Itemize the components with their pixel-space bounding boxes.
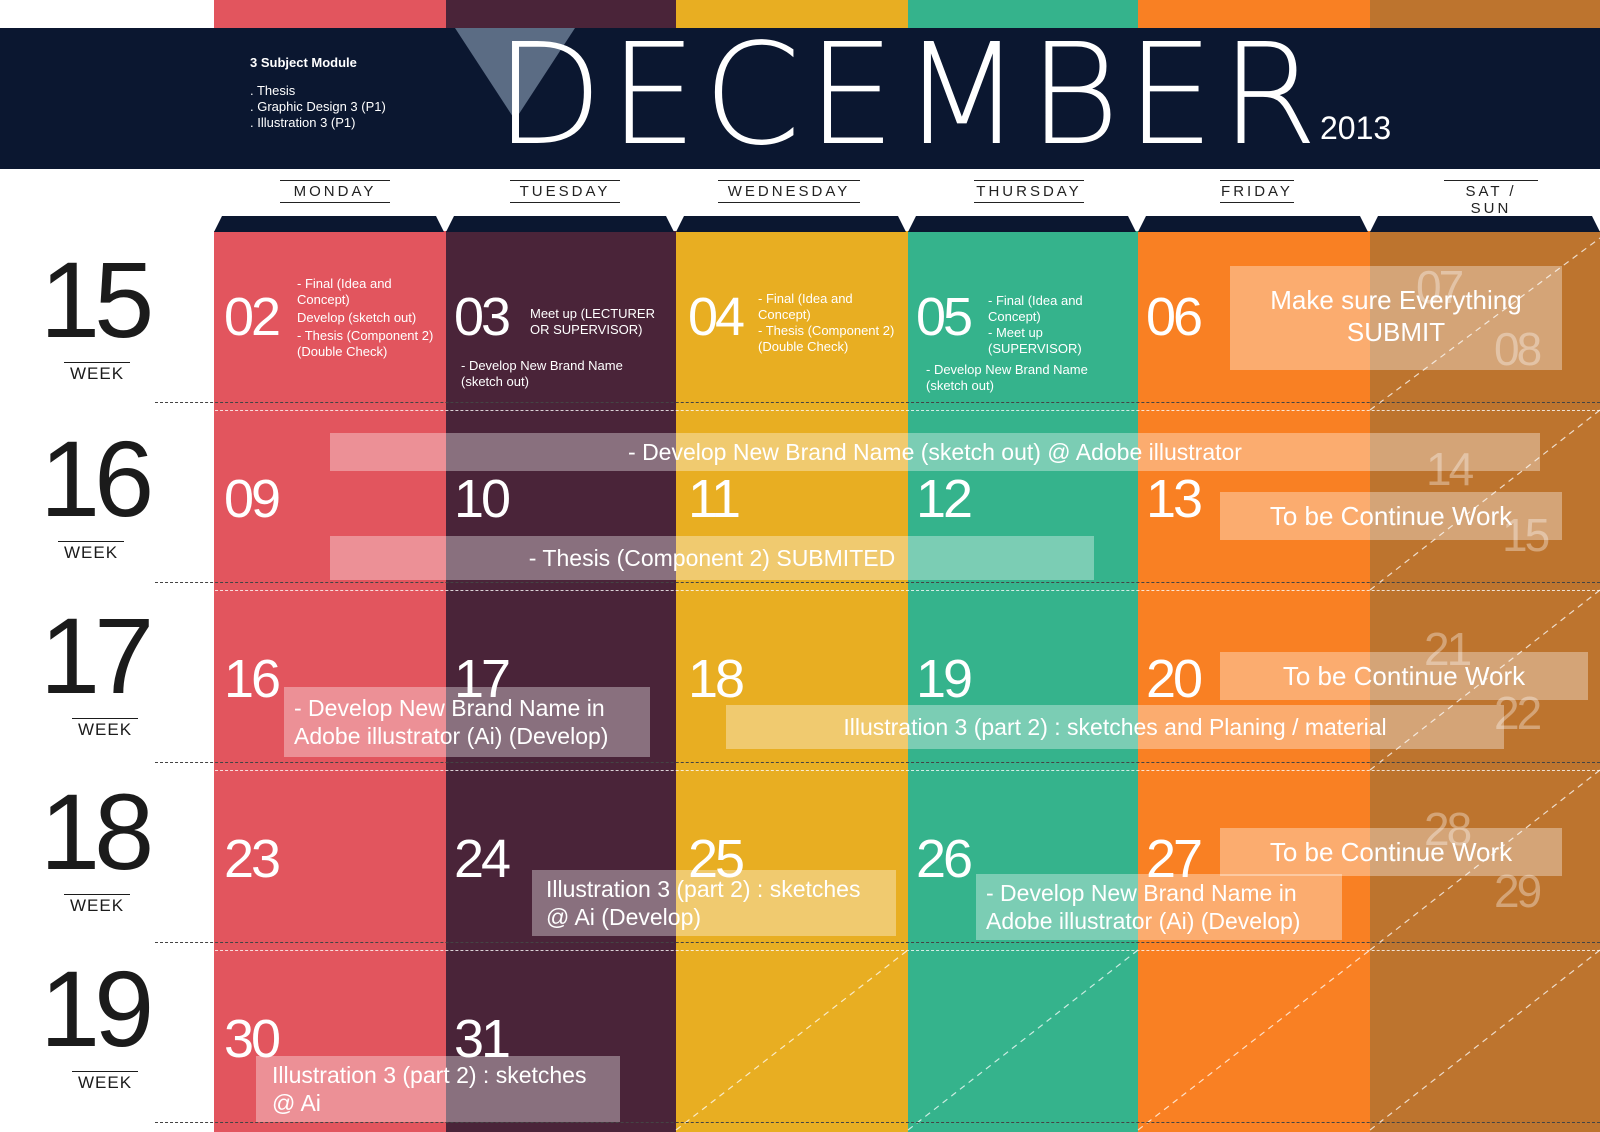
module-item: . Illustration 3 (P1) [250,115,356,130]
day-friday: FRIDAY [1220,180,1294,203]
continue-work-1: To be Continue Work [1220,492,1562,540]
task-bar-illus-develop: Illustration 3 (part 2) : sketches @ Ai … [532,870,896,936]
date-cell: 12 [916,469,973,529]
month-title: DECEMBER [495,14,1324,177]
column-tab [446,216,674,232]
continue-work-2: To be Continue Work [1220,652,1588,700]
year-label: 2013 [1320,110,1392,146]
date-cell: 02 [224,287,281,347]
date-cell: 18 [688,649,745,709]
column-tab [908,216,1136,232]
note-mon-02: - Final (Idea and Concept) Develop (sket… [297,276,434,359]
date-cell: 24 [454,829,511,889]
row-divider [155,582,1600,583]
row-divider [155,942,1600,943]
date-cell: 16 [224,649,281,709]
task-bar-brand-develop-2: - Develop New Brand Name in Adobe illust… [976,874,1342,940]
week-number: 16 [40,418,154,539]
module-item: . Graphic Design 3 (P1) [250,99,386,114]
task-bar-brand-develop: - Develop New Brand Name in Adobe illust… [284,687,650,757]
row-divider [180,590,1600,591]
week-number: 15 [40,239,154,360]
date-cell: 04 [688,287,745,347]
day-thursday: THURSDAY [974,180,1084,203]
row-divider [155,1122,1600,1123]
date-cell: 26 [916,829,973,889]
date-cell: 09 [224,469,281,529]
date-cell: 06 [1146,287,1203,347]
task-bar-thesis: - Thesis (Component 2) SUBMITED [330,536,1094,580]
task-bar-brand-ai: - Develop New Brand Name (sketch out) @ … [330,433,1540,471]
date-cell: 10 [454,469,511,529]
week-label: WEEK [58,541,124,563]
week-number: 17 [40,595,154,716]
note-tue-03: Meet up (LECTURER OR SUPERVISOR) [530,306,655,337]
column-tab [1370,216,1600,232]
module-item: . Thesis [250,83,296,98]
date-cell: 19 [916,649,973,709]
note-thu-05: - Final (Idea and Concept) - Meet up (SU… [988,293,1083,356]
date-cell: 05 [916,287,973,347]
week-number: 18 [40,771,154,892]
column-tab [1138,216,1368,232]
day-wednesday: WEDNESDAY [718,180,860,203]
date-cell: 11 [688,469,741,529]
row-divider [180,770,1600,771]
week-label: WEEK [72,1071,138,1093]
module-title: 3 Subject Module [250,55,357,70]
row-divider [155,402,1600,403]
row-divider [180,410,1600,411]
note-thu-05-brand: - Develop New Brand Name (sketch out) [926,362,1088,393]
note-wed-04: - Final (Idea and Concept) - Thesis (Com… [758,291,895,354]
day-tuesday: TUESDAY [510,180,620,203]
continue-work-3: To be Continue Work [1220,828,1562,876]
week-number: 19 [40,948,154,1069]
date-cell: 14 [1426,443,1474,495]
week-label: WEEK [72,718,138,740]
day-monday: MONDAY [280,180,390,203]
module-list: . Thesis . Graphic Design 3 (P1) . Illus… [250,83,386,131]
row-divider [180,950,1600,951]
week-label: WEEK [64,894,130,916]
column-tab [214,216,444,232]
week-label: WEEK [64,362,130,384]
submit-reminder: Make sure Everything SUBMIT [1230,266,1562,370]
date-cell: 23 [224,829,281,889]
date-cell: 20 [1146,649,1203,709]
date-cell: 03 [454,287,511,347]
note-tue-03-brand: - Develop New Brand Name (sketch out) [461,358,623,389]
task-bar-illus-ai: Illustration 3 (part 2) : sketches @ Ai [256,1056,620,1122]
column-tab [676,216,906,232]
date-cell: 13 [1146,469,1203,529]
task-bar-illus-planing: Illustration 3 (part 2) : sketches and P… [726,705,1504,749]
day-weekend: SAT / SUN [1444,180,1538,220]
row-divider [155,762,1600,763]
